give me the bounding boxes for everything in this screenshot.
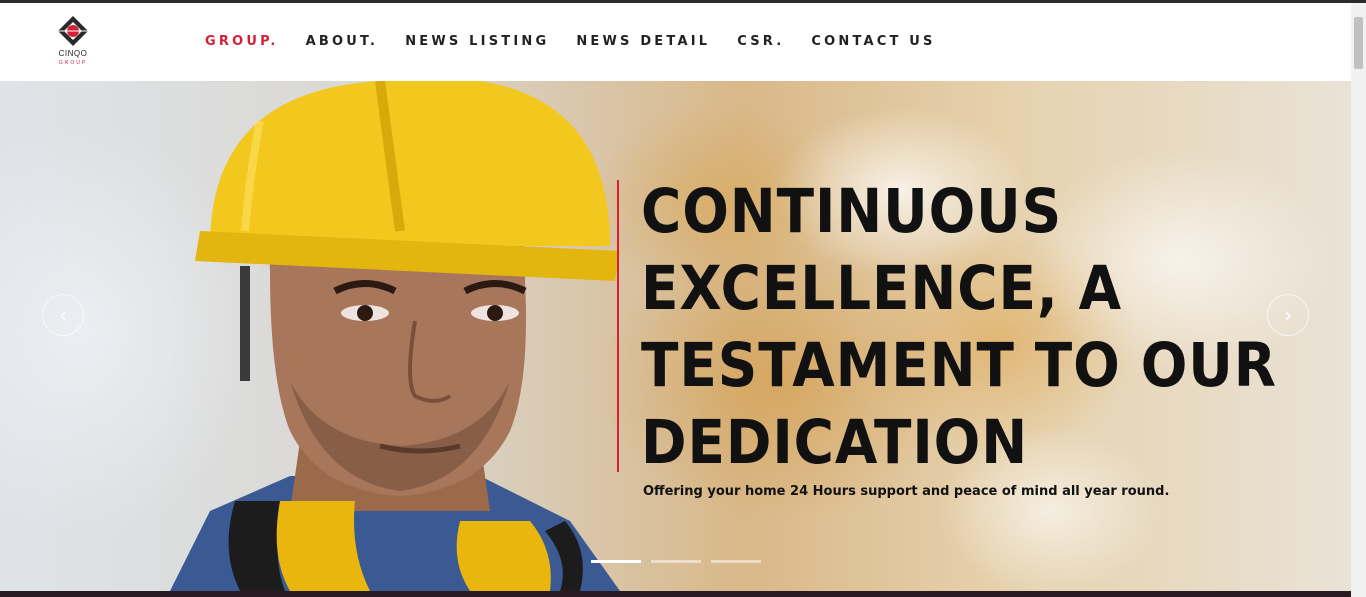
headline-line: DEDICATION <box>641 407 1029 478</box>
headline-accent-line <box>617 180 619 472</box>
slider-pagination <box>591 560 761 563</box>
next-section-strip <box>0 591 1351 597</box>
scrollbar-thumb[interactable] <box>1354 17 1363 69</box>
chevron-left-icon: ‹ <box>59 303 67 327</box>
headline-line: TESTAMENT TO OUR <box>641 330 1277 401</box>
logo-subtext: GROUP <box>58 60 88 66</box>
slider-prev-button[interactable]: ‹ <box>42 294 84 336</box>
main-nav: GROUP. ABOUT. NEWS LISTING NEWS DETAIL C… <box>205 34 963 49</box>
worker-photo <box>170 81 620 591</box>
nav-item-news-listing[interactable]: NEWS LISTING <box>405 34 549 49</box>
nav-item-news-detail[interactable]: NEWS DETAIL <box>576 34 710 49</box>
chevron-right-icon: › <box>1284 303 1292 327</box>
page-scrollbar[interactable] <box>1351 3 1366 597</box>
hero-slider: CONTINUOUS EXCELLENCE, A TESTAMENT TO OU… <box>0 81 1351 591</box>
slider-dot-3[interactable] <box>711 560 761 563</box>
hero-subtitle: Offering your home 24 Hours support and … <box>643 484 1170 499</box>
slider-dot-1[interactable] <box>591 560 641 563</box>
slider-dot-2[interactable] <box>651 560 701 563</box>
nav-item-csr[interactable]: CSR. <box>737 34 784 49</box>
nav-item-contact-us[interactable]: CONTACT US <box>811 34 935 49</box>
logo[interactable]: CINQO GROUP <box>50 15 96 71</box>
logo-text: CINQO <box>58 49 88 58</box>
headline-line: CONTINUOUS <box>641 176 1063 247</box>
headline-line: EXCELLENCE, A <box>641 253 1123 324</box>
nav-item-group[interactable]: GROUP. <box>205 34 279 49</box>
slider-next-button[interactable]: › <box>1267 294 1309 336</box>
hero-headline: CONTINUOUS EXCELLENCE, A TESTAMENT TO OU… <box>641 173 1281 481</box>
nav-item-about[interactable]: ABOUT. <box>306 34 379 49</box>
site-header: CINQO GROUP GROUP. ABOUT. NEWS LISTING N… <box>0 3 1351 81</box>
logo-mark-icon <box>58 16 88 46</box>
